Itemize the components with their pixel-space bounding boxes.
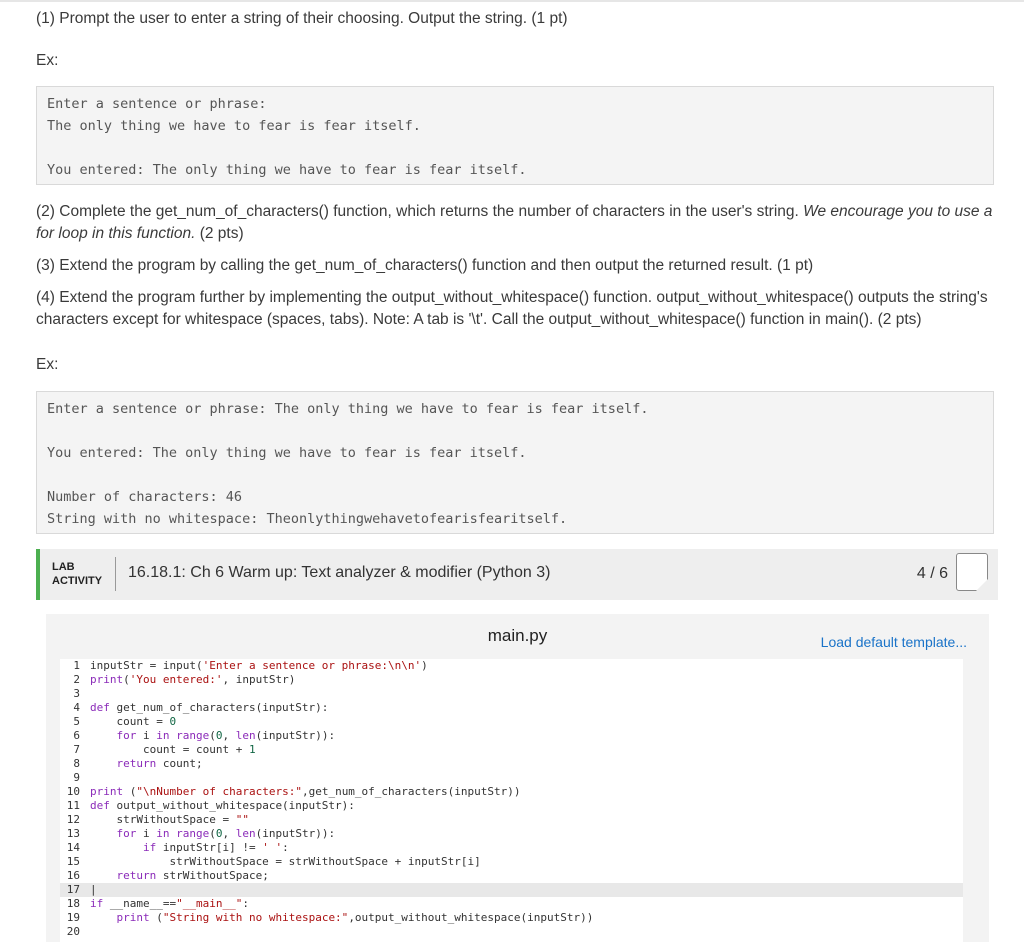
line-number: 20 — [66, 925, 80, 938]
code-line[interactable]: 14 if inputStr[i] != ' ': — [60, 841, 963, 855]
step-2-points: (2 pts) — [195, 225, 244, 242]
example-1-label: Ex: — [36, 52, 59, 69]
sample-line — [47, 420, 983, 442]
line-number: 11 — [66, 799, 80, 812]
sample-output-2: Enter a sentence or phrase: The only thi… — [36, 391, 994, 534]
step-2-main: (2) Complete the get_num_of_characters()… — [36, 203, 804, 220]
step-2-text: (2) Complete the get_num_of_characters()… — [36, 201, 996, 245]
code-text: print('You entered:', inputStr) — [90, 673, 296, 686]
sample-line — [47, 464, 983, 486]
code-line[interactable]: 10 print ("\nNumber of characters:",get_n… — [60, 785, 963, 799]
line-number: 8 — [73, 757, 80, 770]
sample-line: Enter a sentence or phrase: — [47, 96, 267, 112]
code-text: | — [90, 883, 97, 896]
lab-tag-line2: ACTIVITY — [52, 575, 103, 587]
sample-line: String with no whitespace: Theonlythingw… — [47, 511, 568, 527]
line-number: 19 — [66, 911, 80, 924]
code-text: strWithoutSpace = strWithoutSpace + inpu… — [90, 855, 481, 868]
step-4-text: (4) Extend the program further by implem… — [36, 289, 988, 328]
lab-activity-header: LAB ACTIVITY 16.18.1: Ch 6 Warm up: Text… — [36, 549, 998, 600]
lab-score: 4 / 6 — [916, 565, 948, 582]
code-text: count = 0 — [90, 715, 177, 728]
line-number: 1 — [73, 659, 80, 672]
sample-line: You entered: The only thing we have to f… — [47, 162, 527, 178]
example-2-label: Ex: — [36, 356, 59, 373]
sample-output-1: Enter a sentence or phrase: The only thin… — [36, 86, 994, 185]
code-text: for i in range(0, len(inputStr)): — [116, 729, 336, 742]
code-line[interactable]: 19 print ("String with no whitespace:",o… — [60, 911, 963, 925]
code-line[interactable]: 20 — [60, 925, 963, 939]
sample-line: The only thing we have to fear is fear i… — [47, 118, 421, 134]
load-default-template-link[interactable]: Load default template... — [821, 634, 967, 650]
top-divider — [0, 0, 1024, 2]
code-text: def output_without_whitespace(inputStr): — [90, 799, 355, 812]
line-number: 6 — [73, 729, 80, 742]
code-editor-panel: main.py Load default template... 1 inputS… — [46, 614, 989, 942]
code-text: if __name__=="__main__": — [90, 897, 249, 910]
code-line[interactable]: 17 | — [60, 883, 963, 897]
code-line[interactable]: 6 for i in range(0, len(inputStr)): — [60, 729, 963, 743]
code-text: strWithoutSpace = "" — [90, 813, 249, 826]
sample-line: Number of characters: 46 — [47, 489, 243, 505]
code-text: if inputStr[i] != ' ': — [142, 841, 289, 854]
code-text: return strWithoutSpace; — [116, 869, 269, 882]
line-number: 9 — [73, 771, 80, 784]
lab-activity-tag: LAB ACTIVITY — [52, 560, 102, 588]
line-number: 14 — [66, 841, 80, 854]
lab-tag-line1: LAB — [52, 561, 75, 573]
score-badge-icon — [956, 553, 988, 591]
line-number: 17 — [66, 883, 80, 896]
code-line[interactable]: 9 — [60, 771, 963, 785]
line-number: 12 — [66, 813, 80, 826]
code-line[interactable]: 1 inputStr = input('Enter a sentence or p… — [60, 659, 963, 673]
code-text: return count; — [116, 757, 203, 770]
code-line[interactable]: 16 return strWithoutSpace; — [60, 869, 963, 883]
code-line[interactable]: 8 return count; — [60, 757, 963, 771]
line-number: 13 — [66, 827, 80, 840]
lab-title: 16.18.1: Ch 6 Warm up: Text analyzer & m… — [128, 564, 551, 581]
line-number: 4 — [73, 701, 80, 714]
line-number: 10 — [66, 785, 80, 798]
code-line[interactable]: 12 strWithoutSpace = "" — [60, 813, 963, 827]
code-text: print ("\nNumber of characters:",get_num… — [90, 785, 521, 798]
step-1-text: (1) Prompt the user to enter a string of… — [36, 10, 568, 27]
code-text: count = count + 1 — [90, 743, 256, 756]
lab-separator — [115, 557, 116, 591]
code-line[interactable]: 5 count = 0 — [60, 715, 963, 729]
code-line[interactable]: 15 strWithoutSpace = strWithoutSpace + i… — [60, 855, 963, 869]
sample-line: Enter a sentence or phrase: The only thi… — [47, 401, 649, 417]
code-line[interactable]: 11 def output_without_whitespace(inputStr… — [60, 799, 963, 813]
line-number: 16 — [66, 869, 80, 882]
code-line[interactable]: 4 def get_num_of_characters(inputStr): — [60, 701, 963, 715]
code-line[interactable]: 13 for i in range(0, len(inputStr)): — [60, 827, 963, 841]
code-line[interactable]: 18 if __name__=="__main__": — [60, 897, 963, 911]
code-line[interactable]: 2 print('You entered:', inputStr) — [60, 673, 963, 687]
line-number: 2 — [73, 673, 80, 686]
line-number: 15 — [66, 855, 80, 868]
code-text: def get_num_of_characters(inputStr): — [90, 701, 329, 714]
step-3-text: (3) Extend the program by calling the ge… — [36, 257, 814, 274]
line-number: 3 — [73, 687, 80, 700]
sample-line: You entered: The only thing we have to f… — [47, 445, 527, 461]
line-number: 18 — [66, 897, 80, 910]
sample-line — [47, 137, 983, 159]
code-text: inputStr = input('Enter a sentence or ph… — [90, 659, 428, 672]
code-line[interactable]: 3 — [60, 687, 963, 701]
code-editor[interactable]: 1 inputStr = input('Enter a sentence or p… — [60, 659, 963, 942]
line-number: 5 — [73, 715, 80, 728]
code-line[interactable]: 7 count = count + 1 — [60, 743, 963, 757]
line-number: 7 — [73, 743, 80, 756]
code-text: for i in range(0, len(inputStr)): — [116, 827, 336, 840]
code-text: print ("String with no whitespace:",outp… — [116, 911, 594, 924]
